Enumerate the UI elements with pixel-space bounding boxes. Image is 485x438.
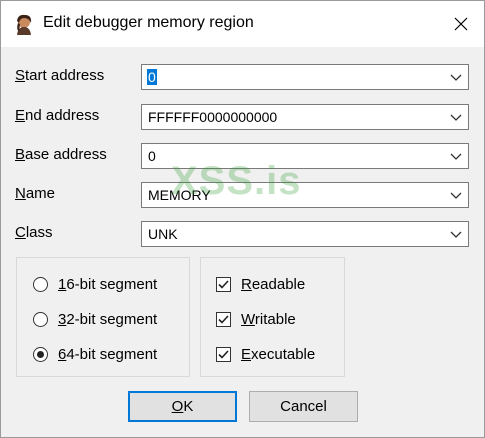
base-address-value[interactable]: 0 bbox=[148, 148, 156, 164]
end-address-label: End address bbox=[15, 107, 100, 124]
cancel-button[interactable]: Cancel bbox=[249, 391, 358, 422]
class-label: Class bbox=[15, 224, 53, 241]
chevron-down-icon[interactable] bbox=[450, 112, 462, 122]
start-address-value[interactable]: 0 bbox=[147, 69, 157, 85]
start-address-label: Start address bbox=[15, 67, 105, 84]
executable-label[interactable]: Executable bbox=[241, 346, 315, 363]
executable-checkbox[interactable] bbox=[216, 347, 231, 362]
radio-32-bit[interactable] bbox=[33, 312, 48, 327]
name-combo[interactable]: MEMORY bbox=[141, 182, 469, 208]
start-address-combo[interactable]: 0 bbox=[141, 64, 469, 90]
close-icon bbox=[454, 17, 468, 31]
base-address-label: Base address bbox=[15, 146, 107, 163]
readable-label[interactable]: Readable bbox=[241, 276, 305, 293]
title-bar: Edit debugger memory region bbox=[1, 1, 484, 47]
checkmark-icon bbox=[218, 315, 229, 324]
radio-32-bit-label[interactable]: 32-bit segment bbox=[58, 311, 157, 328]
checkmark-icon bbox=[218, 350, 229, 359]
permissions-group: Readable Writable Executable bbox=[200, 257, 345, 377]
chevron-down-icon[interactable] bbox=[450, 229, 462, 239]
name-value[interactable]: MEMORY bbox=[148, 187, 211, 203]
app-avatar-icon bbox=[17, 14, 32, 35]
end-address-value[interactable]: FFFFFF0000000000 bbox=[148, 109, 277, 125]
segment-size-group: 16-bit segment 32-bit segment 64-bit seg… bbox=[16, 257, 190, 377]
checkmark-icon bbox=[218, 280, 229, 289]
close-button[interactable] bbox=[438, 1, 484, 47]
readable-checkbox[interactable] bbox=[216, 277, 231, 292]
writable-label[interactable]: Writable bbox=[241, 311, 296, 328]
radio-64-bit[interactable] bbox=[33, 347, 48, 362]
chevron-down-icon[interactable] bbox=[450, 72, 462, 82]
name-label: Name bbox=[15, 185, 56, 202]
chevron-down-icon[interactable] bbox=[450, 190, 462, 200]
radio-64-bit-label[interactable]: 64-bit segment bbox=[58, 346, 157, 363]
ok-button[interactable]: OK bbox=[128, 391, 237, 422]
writable-checkbox[interactable] bbox=[216, 312, 231, 327]
radio-selected-dot bbox=[37, 351, 44, 358]
end-address-combo[interactable]: FFFFFF0000000000 bbox=[141, 104, 469, 130]
class-combo[interactable]: UNK bbox=[141, 221, 469, 247]
chevron-down-icon[interactable] bbox=[450, 151, 462, 161]
base-address-combo[interactable]: 0 bbox=[141, 143, 469, 169]
radio-16-bit-label[interactable]: 16-bit segment bbox=[58, 276, 157, 293]
window-title: Edit debugger memory region bbox=[43, 14, 254, 31]
class-value[interactable]: UNK bbox=[148, 226, 178, 242]
edit-memory-region-dialog: Edit debugger memory region Start addres… bbox=[0, 0, 485, 438]
radio-16-bit[interactable] bbox=[33, 277, 48, 292]
